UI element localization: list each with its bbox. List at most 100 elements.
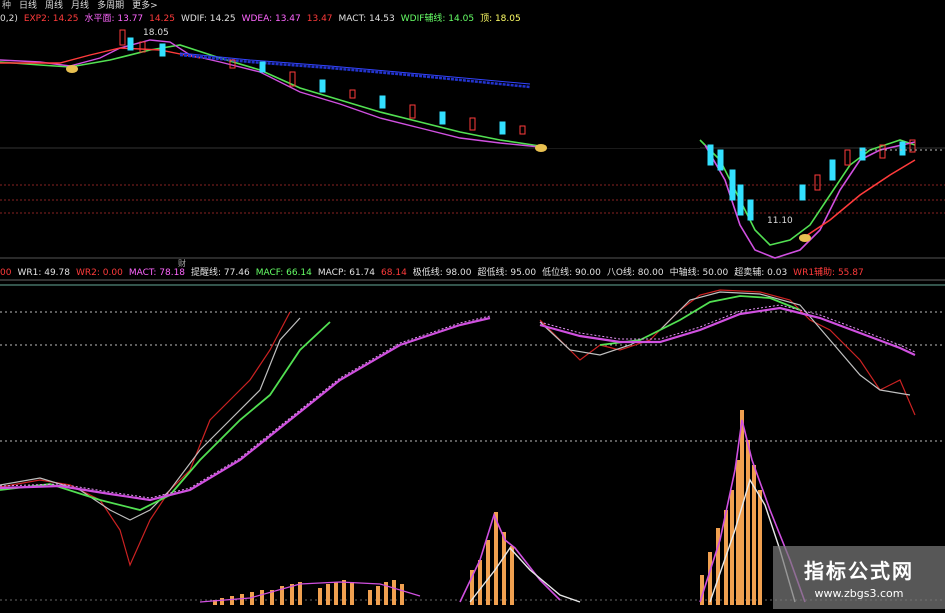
- red-oscillator-line: [0, 311, 291, 567]
- watermark-url: www.zbgs3.com: [814, 587, 904, 600]
- period-tabs: 种 日线 周线 月线 多周期 更多>: [0, 0, 160, 12]
- high-price-label: 18.05: [143, 28, 169, 38]
- volume-bar: [376, 586, 380, 605]
- chart-stage: [0, 0, 945, 609]
- top-legend-item: WDIF辅线: 14.05: [400, 14, 475, 24]
- bottom-legend-item: WR2: 0.00: [76, 268, 123, 278]
- candle: [729, 169, 736, 201]
- green-price-line: [0, 44, 541, 147]
- top-legend-item: 水平面: 13.77: [84, 14, 144, 24]
- volume-bar: [730, 490, 734, 605]
- tab-daily[interactable]: 日线: [17, 0, 39, 12]
- candle: [737, 184, 744, 216]
- bottom-legend-item: 低位线: 90.00: [542, 268, 601, 278]
- blank-area: [540, 0, 700, 148]
- candle: [899, 141, 906, 156]
- volume-bar: [318, 588, 322, 605]
- bottom-legend-item: 提醒线: 77.46: [191, 268, 250, 278]
- candle: [499, 121, 506, 135]
- tab-weekly[interactable]: 周线: [43, 0, 65, 12]
- candle: [844, 149, 851, 166]
- candle: [469, 117, 476, 131]
- red-price-line: [0, 47, 201, 64]
- volume-bar: [260, 590, 264, 605]
- top-indicator-legend: 0,2) EXP2: 14.25 水平面: 13.77 14.25 WDIF: 14.…: [0, 13, 521, 25]
- candle: [349, 89, 356, 99]
- bottom-legend-item: 超卖辅: 0.03: [734, 268, 788, 278]
- volume-bar: [368, 590, 372, 605]
- tab-multi-period[interactable]: 多周期: [95, 0, 126, 12]
- candle: [139, 41, 146, 53]
- volume-bar: [342, 580, 346, 605]
- white-oscillator-line: [0, 317, 301, 521]
- watermark-title: 指标公式网: [804, 559, 914, 583]
- volume-bar: [510, 546, 514, 605]
- red-oscillator-line: [539, 289, 916, 416]
- volume-bar: [230, 596, 234, 605]
- bottom-legend-item: WR1: 49.78: [17, 268, 70, 278]
- white-oscillator-line: [539, 291, 911, 396]
- top-legend-item: 14.25: [149, 14, 175, 24]
- tab-monthly[interactable]: 月线: [69, 0, 91, 12]
- candle: [119, 29, 126, 46]
- candle: [379, 95, 386, 109]
- bottom-legend-item: 00: [0, 268, 12, 278]
- volume-bar: [392, 580, 396, 605]
- bottom-legend-item: WR1辅助: 55.87: [793, 268, 864, 278]
- volume-bar: [240, 594, 244, 605]
- candle: [439, 111, 446, 125]
- bottom-indicator-legend: 00 WR1: 49.78 WR2: 0.00 MACT: 78.18 提醒线: 77.…: [0, 267, 864, 280]
- candle: [519, 125, 526, 135]
- volume-bar: [220, 598, 224, 605]
- top-legend-item: MACT: 14.53: [338, 14, 395, 24]
- tab-more[interactable]: 更多>: [130, 0, 160, 12]
- candle: [319, 79, 326, 93]
- candle: [707, 144, 714, 166]
- bottom-legend-item: MACT: 78.18: [128, 268, 186, 278]
- volume-bar: [486, 540, 490, 605]
- volume-bar: [736, 460, 740, 605]
- watermark: 指标公式网 www.zbgs3.com: [773, 546, 945, 609]
- top-legend-item: WDEA: 13.47: [241, 14, 301, 24]
- candle: [159, 43, 166, 57]
- candle: [829, 159, 836, 181]
- top-legend-item: 13.47: [306, 14, 333, 24]
- volume-bar: [758, 490, 762, 605]
- magenta-dotted-line: [0, 315, 491, 499]
- indicator-chart: [0, 0, 945, 605]
- candle: [127, 37, 134, 51]
- separator-label: 财: [178, 259, 186, 268]
- low-price-label: 11.10: [767, 216, 793, 226]
- volume-bar: [334, 582, 338, 605]
- bottom-legend-item: 68.14: [381, 268, 407, 278]
- candle: [717, 149, 724, 171]
- volume-bar: [298, 582, 302, 605]
- bottom-legend-item: 极低线: 98.00: [412, 268, 472, 278]
- legend-prefix: 0,2): [0, 14, 18, 24]
- marker-dot: [66, 65, 78, 73]
- tab-partial[interactable]: 种: [0, 0, 13, 12]
- bottom-legend-item: 中轴线: 50.00: [669, 268, 729, 278]
- volume-bar: [502, 532, 506, 605]
- bottom-legend-item: 八O线: 80.00: [606, 268, 664, 278]
- marker-dot: [535, 144, 547, 152]
- marker-dot: [799, 234, 811, 242]
- candle: [747, 199, 754, 221]
- candle: [814, 174, 821, 191]
- top-legend-item: WDIF: 14.25: [180, 14, 236, 24]
- volume-bar: [326, 584, 330, 605]
- volume-bar: [350, 582, 354, 605]
- green-oscillator-line: [599, 295, 801, 346]
- volume-bar: [494, 512, 498, 605]
- top-legend-item: 顶: 18.05: [480, 14, 521, 24]
- bottom-legend-item: MACP: 61.74: [317, 268, 376, 278]
- volume-bar: [400, 584, 404, 605]
- candle: [799, 184, 806, 201]
- top-legend-item: EXP2: 14.25: [23, 14, 79, 24]
- candle: [409, 104, 416, 119]
- volume-bar: [478, 560, 482, 605]
- candle: [259, 61, 266, 73]
- bottom-legend-item: MACF: 66.14: [255, 268, 312, 278]
- volume-bar: [250, 592, 254, 605]
- volume-bar: [746, 440, 750, 605]
